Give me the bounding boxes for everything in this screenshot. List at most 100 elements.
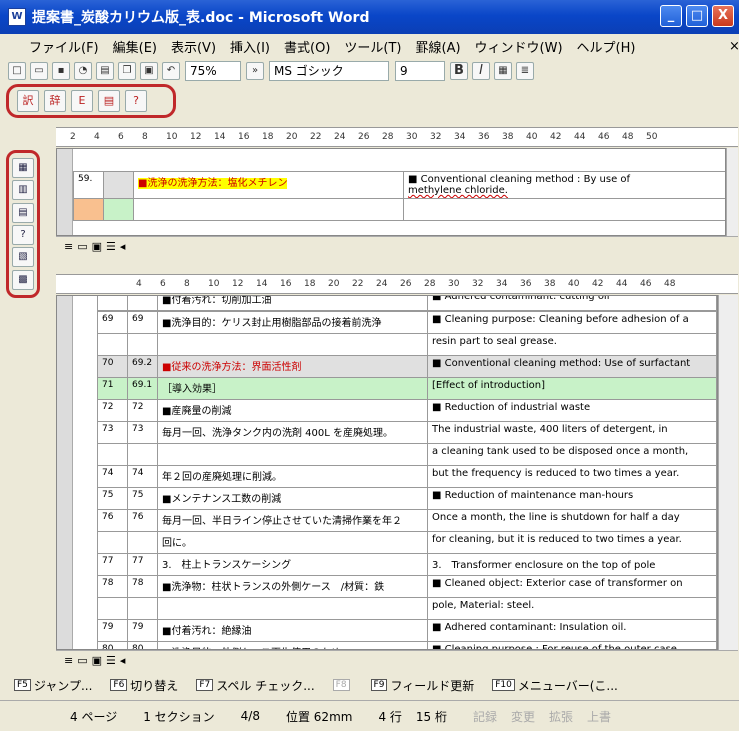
jp-cell[interactable]: 回に。 <box>157 531 428 554</box>
jp-cell[interactable]: ■洗浄物：柱状トランスの外側ケース /材質：鉄 <box>157 575 428 598</box>
new-document-icon[interactable]: □ <box>8 62 26 80</box>
table-row[interactable]: 76 76 毎月一回、半日ライン停止させていた清掃作業を年２ Once a month… <box>97 509 717 532</box>
jp-cell[interactable]: ■洗浄目的：ケリス封止用樹脂部品の接着前洗浄 <box>157 311 428 334</box>
en-cell[interactable]: 3. Transformer enclosure on the top of p… <box>427 553 717 576</box>
en-cell[interactable]: pole, Material: steel. <box>427 597 717 620</box>
normal-view-icon[interactable]: ≡ <box>64 654 73 667</box>
split-tool-icon[interactable]: ▩ <box>12 269 34 290</box>
table-row[interactable]: resin part to seal grease. <box>97 333 717 356</box>
help-icon[interactable]: ? <box>125 90 147 112</box>
table-row[interactable]: 59. ■洗浄の洗浄方法：塩化メチレン ■ Conventional clean… <box>73 171 725 199</box>
table-row[interactable]: a cleaning tank used to be disposed once… <box>97 443 717 466</box>
menu-table[interactable]: 罫線(A) <box>409 37 468 56</box>
menu-window[interactable]: ウィンドウ(W) <box>468 37 570 56</box>
menu-format[interactable]: 書式(O) <box>277 37 337 56</box>
jp-cell[interactable]: ■付着汚れ：絶縁油 <box>157 619 428 642</box>
en-cell[interactable]: ■ Cleaned object: Exterior case of trans… <box>427 575 717 598</box>
minimize-button[interactable]: _ <box>660 5 682 27</box>
en-cell[interactable]: but the frequency is reduced to two time… <box>427 465 717 488</box>
horizontal-ruler-top[interactable]: 2 4 6 8 10 12 14 16 18 20 22 24 26 28 30… <box>56 127 738 147</box>
copy-icon[interactable]: ❐ <box>118 62 136 80</box>
vertical-ruler-top[interactable] <box>57 149 73 235</box>
table-row[interactable]: 74 74 年２回の産廃処理に削減。 but the frequency is red… <box>97 465 717 488</box>
jp-cell[interactable]: 3. 柱上トランスケーシング <box>157 553 428 576</box>
translate-icon[interactable]: 訳 <box>17 90 39 112</box>
jp-cell[interactable]: ■洗浄目的：外側ケース再生使用のため <box>157 641 428 649</box>
print-icon[interactable]: ▤ <box>96 62 114 80</box>
fkey-f9[interactable]: F9 フィールド更新 <box>370 677 474 694</box>
menu-insert[interactable]: 挿入(I) <box>223 37 277 56</box>
jp-cell[interactable] <box>157 333 428 356</box>
en-cell[interactable]: ■ Conventional cleaning method : By use … <box>403 171 725 199</box>
document-tool-icon[interactable]: ▤ <box>12 202 34 223</box>
outline-view-icon[interactable]: ☰ <box>106 654 116 667</box>
upper-vertical-scrollbar[interactable] <box>726 148 738 236</box>
en-cell[interactable]: resin part to seal grease. <box>427 333 717 356</box>
fkey-f5[interactable]: F5 ジャンプ... <box>14 677 92 694</box>
table-row[interactable]: 73 73 毎月一回、洗浄タンク内の洗剤 400L を産廃処理。 The indust… <box>97 421 717 444</box>
close-button[interactable]: X <box>712 5 734 27</box>
jp-cell[interactable] <box>133 198 404 221</box>
menu-edit[interactable]: 編集(E) <box>106 37 164 56</box>
menu-close-doc-button[interactable]: × <box>722 39 739 54</box>
fkey-f10[interactable]: F10 メニューバー(こ... <box>492 677 618 694</box>
jp-cell[interactable]: ■洗浄の洗浄方法：塩化メチレン <box>133 171 404 199</box>
outline-view-icon[interactable]: ☰ <box>106 240 116 253</box>
en-cell[interactable]: ■ Adhered contaminant: Insulation oil. <box>427 619 717 642</box>
print-view-icon[interactable]: ▣ <box>92 654 102 667</box>
scroll-left-icon[interactable]: ◂ <box>120 654 126 667</box>
table-tool-icon[interactable]: ▥ <box>12 180 34 201</box>
en-cell[interactable] <box>403 198 725 221</box>
menu-tools[interactable]: ツール(T) <box>337 37 408 56</box>
en-cell[interactable]: ■ Cleaning purpose : For reuse of the ou… <box>427 641 717 649</box>
permission-icon[interactable]: ◔ <box>74 62 92 80</box>
scroll-left-icon[interactable]: ◂ <box>120 240 126 253</box>
table-row[interactable]: 71 69.1 ［導入効果］ [Effect of introduction] <box>97 377 717 400</box>
jp-cell[interactable]: 毎月一回、半日ライン停止させていた清掃作業を年２ <box>157 509 428 532</box>
open-folder-icon[interactable]: ▭ <box>30 62 48 80</box>
save-icon[interactable]: ▪ <box>52 62 70 80</box>
more-buttons-icon[interactable]: » <box>246 62 264 80</box>
normal-view-icon[interactable]: ≡ <box>64 240 73 253</box>
register-tool-icon[interactable]: ▧ <box>12 247 34 268</box>
table-row[interactable]: 回に。 for cleaning, but it is reduced to tw… <box>97 531 717 554</box>
table-row[interactable]: 79 79 ■付着汚れ：絶縁油 ■ Adhered contaminant: Insu… <box>97 619 717 642</box>
web-view-icon[interactable]: ▭ <box>77 654 87 667</box>
en-cell[interactable]: ■ Reduction of maintenance man-hours <box>427 487 717 510</box>
jp-cell[interactable]: ■メンテナンス工数の削減 <box>157 487 428 510</box>
horizontal-ruler-bottom[interactable]: 4 6 8 10 12 14 16 18 20 22 24 26 28 30 3… <box>56 274 738 294</box>
zoom-select[interactable]: 75% <box>185 61 241 81</box>
jp-cell[interactable]: ■付着汚れ：切削加工油 <box>157 296 428 311</box>
en-cell[interactable]: [Effect of introduction] <box>427 377 717 400</box>
en-cell[interactable]: ■ Adhered contaminant: cutting oil <box>427 296 717 311</box>
table-row[interactable]: pole, Material: steel. <box>97 597 717 620</box>
table-row[interactable] <box>73 198 725 221</box>
table-row[interactable]: 70 69.2 ■従来の洗浄方法：界面活性剤 ■ Conventional clean… <box>97 355 717 378</box>
en-cell[interactable]: Once a month, the line is shutdown for h… <box>427 509 717 532</box>
align-icon[interactable]: ≣ <box>516 62 534 80</box>
lower-vertical-scrollbar[interactable] <box>718 295 738 650</box>
lower-document-pane[interactable]: ■付着汚れ：切削加工油 ■ Adhered contaminant: cutti… <box>56 295 718 650</box>
menu-help[interactable]: ヘルプ(H) <box>570 37 643 56</box>
table-row[interactable]: 75 75 ■メンテナンス工数の削減 ■ Reduction of maintenan… <box>97 487 717 510</box>
upper-horizontal-scrollbar[interactable]: ≡ ▭ ▣ ☰ ◂ <box>56 236 738 256</box>
status-trk[interactable]: 変更 <box>511 708 535 725</box>
en-cell[interactable]: ■ Reduction of industrial waste <box>427 399 717 422</box>
grid-tool-icon[interactable]: ▦ <box>12 158 34 179</box>
lookup-icon[interactable]: ▤ <box>98 90 120 112</box>
jp-cell[interactable]: ■産廃量の削減 <box>157 399 428 422</box>
question-tool-icon[interactable]: ? <box>12 225 34 246</box>
jp-en-icon[interactable]: E <box>71 90 93 112</box>
jp-cell[interactable] <box>157 443 428 466</box>
print-view-icon[interactable]: ▣ <box>92 240 102 253</box>
jp-cell[interactable] <box>157 597 428 620</box>
status-ovr[interactable]: 上書 <box>587 708 611 725</box>
jp-cell[interactable]: ［導入効果］ <box>157 377 428 400</box>
title-bar[interactable]: W 提案書_炭酸カリウム版_表.doc - Microsoft Word _ □… <box>0 0 739 34</box>
table-row[interactable]: 72 72 ■産廃量の削減 ■ Reduction of industrial was… <box>97 399 717 422</box>
bold-button[interactable]: B <box>450 62 468 80</box>
en-cell[interactable]: for cleaning, but it is reduced to two t… <box>427 531 717 554</box>
font-select[interactable]: MS ゴシック <box>269 61 389 81</box>
table-row[interactable]: 78 78 ■洗浄物：柱状トランスの外側ケース /材質：鉄 ■ Cleaned obj… <box>97 575 717 598</box>
char-border-icon[interactable]: ▦ <box>494 62 512 80</box>
